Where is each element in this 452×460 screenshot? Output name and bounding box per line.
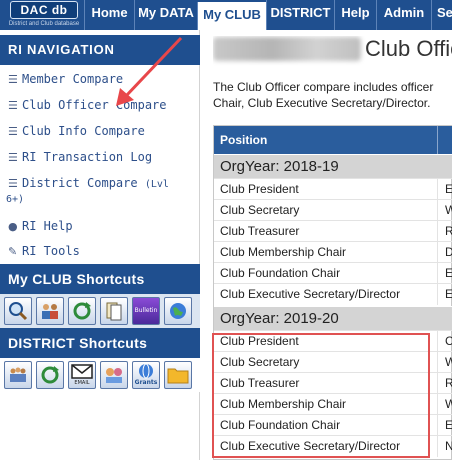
folder-icon[interactable] (164, 361, 192, 389)
tab-my-club[interactable]: My CLUB (197, 2, 266, 30)
bulletin-label: Bulletin (134, 307, 158, 314)
table-header: Position (214, 126, 452, 154)
sidebar-item-label: RI Help (22, 219, 73, 233)
mail-icon[interactable]: EMAIL (68, 361, 96, 389)
magnify-icon[interactable] (4, 297, 32, 325)
sidebar-item-member-compare[interactable]: ☰ Member Compare (0, 72, 200, 86)
table-row: Club President E (214, 178, 452, 200)
column-divider (437, 126, 438, 154)
officer-cell: E (437, 284, 452, 305)
officer-cell: R (437, 373, 452, 394)
page-title-text: Club Officer (365, 36, 452, 61)
tab-search[interactable]: Se (431, 0, 452, 30)
globe-icon[interactable] (164, 297, 192, 325)
logo-subtext: District and Club database (8, 21, 80, 27)
sidebar-item-level-note-cont: 6+) (6, 194, 25, 205)
sidebar-item-label: Member Compare (22, 72, 124, 86)
officer-cell: W (437, 352, 452, 373)
position-cell: Club President (220, 182, 299, 196)
avatars-icon[interactable] (100, 361, 128, 389)
refresh-arrow-icon[interactable] (68, 297, 96, 325)
officer-cell: E (437, 179, 452, 200)
position-cell: Club Treasurer (220, 224, 300, 238)
sidebar-item-ri-tools[interactable]: ✎ RI Tools (0, 244, 200, 258)
people-icon[interactable] (36, 297, 64, 325)
club-shortcuts-bar: Bulletin (0, 294, 200, 328)
district-shortcuts-header: DISTRICT Shortcuts (0, 328, 200, 358)
dacdb-logo[interactable]: DAC db District and Club database (0, 0, 84, 30)
sidebar-item-ri-transaction-log[interactable]: ☰ RI Transaction Log (0, 150, 200, 164)
tab-district[interactable]: DISTRICT (266, 0, 334, 30)
officer-cell: C (437, 331, 452, 352)
district-shortcuts-bar: EMAIL Grants (0, 358, 200, 392)
list-icon: ☰ (8, 99, 18, 112)
email-label: EMAIL (74, 380, 90, 386)
position-cell: Club Membership Chair (220, 245, 347, 259)
tab-admin[interactable]: Admin (376, 0, 431, 30)
tab-home[interactable]: Home (84, 0, 134, 30)
sidebar-item-label: District Compare (22, 176, 138, 190)
position-cell: Club Foundation Chair (220, 266, 341, 280)
sidebar-item-club-officer-compare[interactable]: ☰ Club Officer Compare (0, 98, 200, 112)
sidebar-item-label: Club Info Compare (22, 124, 145, 138)
app-window: DAC db District and Club database Home M… (0, 0, 452, 460)
top-navigation-bar: DAC db District and Club database Home M… (0, 0, 452, 30)
column-header-position[interactable]: Position (220, 126, 267, 154)
grants-icon[interactable]: Grants (132, 361, 160, 389)
position-cell: Club Executive Secretary/Director (220, 287, 401, 301)
refresh-arrow-icon[interactable] (36, 361, 64, 389)
officer-cell: E (437, 263, 452, 284)
club-name-redacted (213, 37, 361, 61)
list-icon: ☰ (8, 125, 18, 138)
intro-text-line1: The Club Officer compare includes office… (213, 80, 434, 94)
document-icon[interactable] (100, 297, 128, 325)
officer-cell: N (437, 436, 452, 457)
users-group-icon[interactable] (4, 361, 32, 389)
sidebar-item-club-info-compare[interactable]: ☰ Club Info Compare (0, 124, 200, 138)
tab-my-data[interactable]: My DATA (134, 0, 197, 30)
sidebar-item-label: Club Officer Compare (22, 98, 167, 112)
sidebar-item-label: RI Tools (22, 244, 80, 258)
officer-cell: R (437, 221, 452, 242)
sidebar-item-level-note: (Lvl (144, 179, 169, 190)
club-shortcuts-header: My CLUB Shortcuts (0, 264, 200, 294)
org-year-group-2019-20: OrgYear: 2019-20 (214, 306, 452, 330)
page-title: Club Officer (213, 36, 452, 68)
tab-help[interactable]: Help (334, 0, 376, 30)
table-row: Club Secretary W (214, 199, 452, 221)
table-row: Club Treasurer R (214, 220, 452, 242)
help-circle-icon: ● (8, 220, 18, 233)
org-year-group-2018-19: OrgYear: 2018-19 (214, 154, 452, 178)
list-icon: ☰ (8, 151, 18, 164)
intro-text-line2: Chair, Club Executive Secretary/Director… (213, 96, 431, 110)
table-row: Club Membership Chair D (214, 241, 452, 263)
sidebar-item-ri-help[interactable]: ● RI Help (0, 219, 200, 233)
officer-cell: D (437, 242, 452, 263)
ri-navigation-header: RI NAVIGATION (0, 35, 200, 65)
bulletin-icon[interactable]: Bulletin (132, 297, 160, 325)
officer-cell: E (437, 415, 452, 436)
table-row: Club Foundation Chair E (214, 262, 452, 284)
officer-cell: W (437, 200, 452, 221)
officer-cell: W (437, 394, 452, 415)
sidebar-item-district-compare[interactable]: ☰ District Compare (Lvl (0, 176, 200, 190)
sidebar: RI NAVIGATION ☰ Member Compare ☰ Club Offi… (0, 30, 200, 460)
wrench-icon: ✎ (8, 245, 18, 258)
sidebar-item-label: RI Transaction Log (22, 150, 153, 164)
list-icon: ☰ (8, 177, 18, 190)
grants-label: Grants (134, 379, 158, 386)
list-icon: ☰ (8, 73, 18, 86)
logo-text: DAC db (10, 1, 78, 19)
highlight-box (212, 333, 430, 458)
table-row: Club Executive Secretary/Director E (214, 283, 452, 305)
position-cell: Club Secretary (220, 203, 300, 217)
